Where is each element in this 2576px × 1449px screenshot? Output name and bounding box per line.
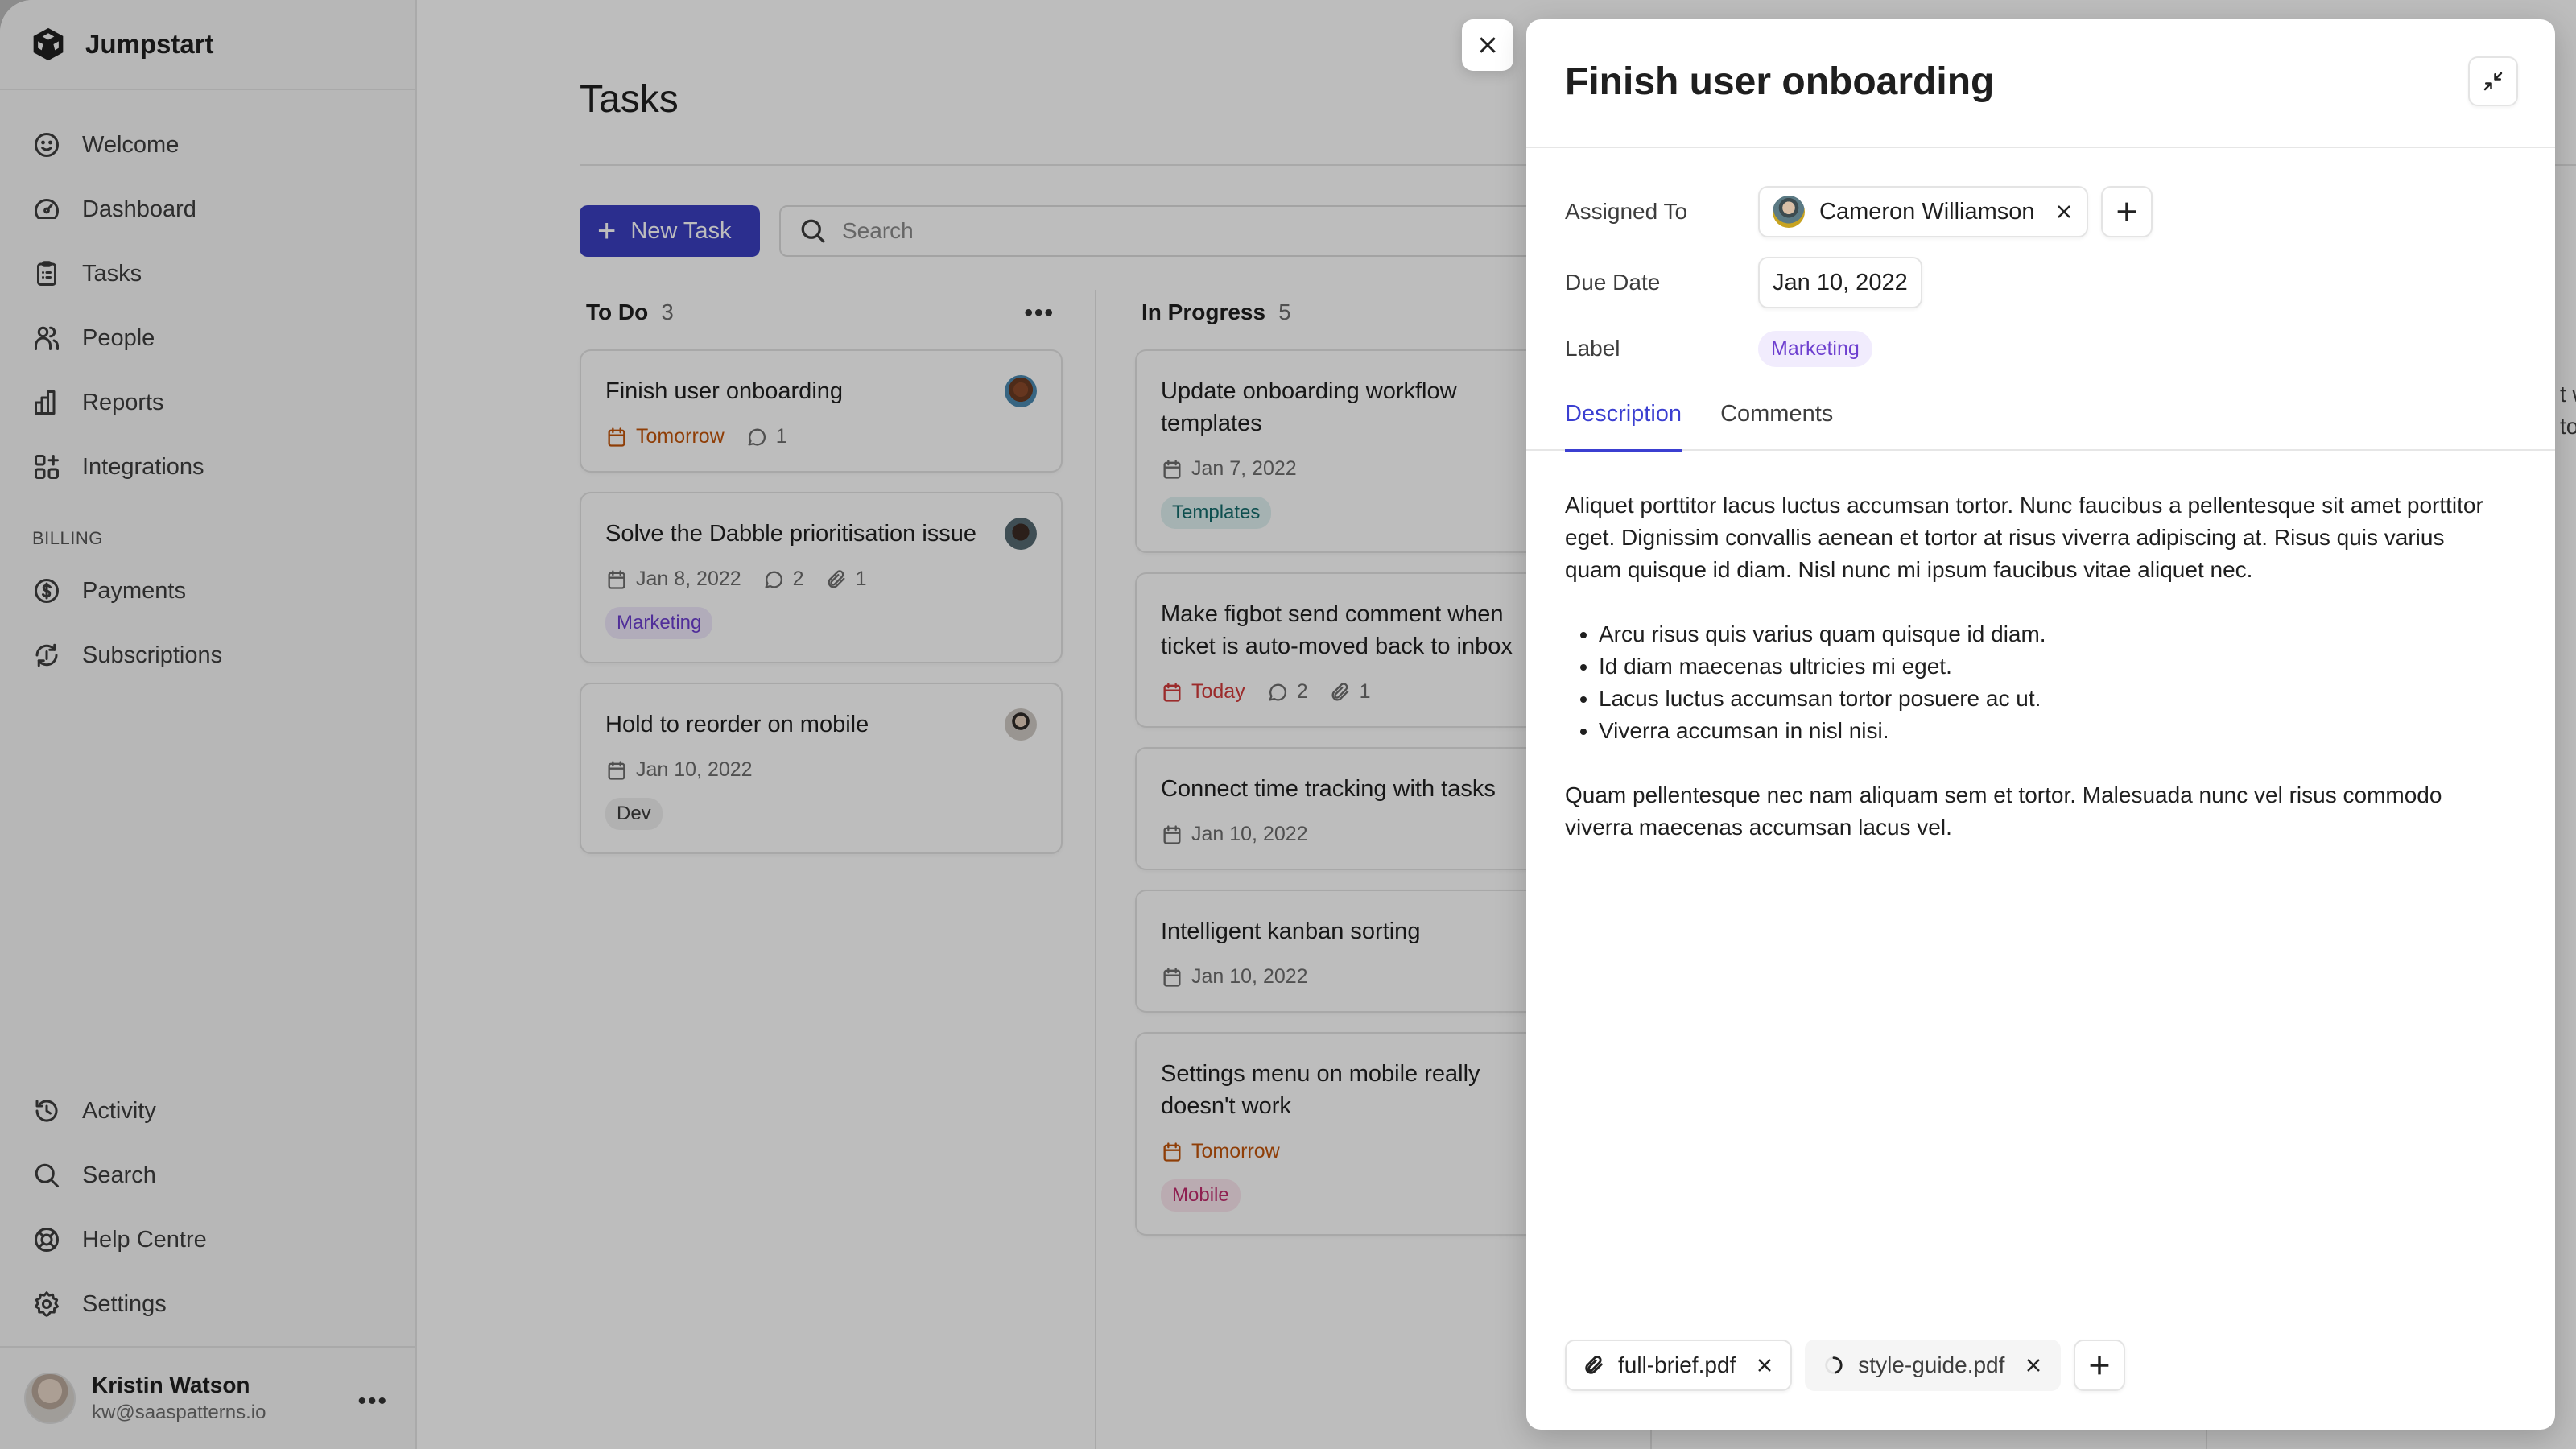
assignee-name: Cameron Williamson	[1819, 198, 2035, 225]
label-badge[interactable]: Marketing	[1758, 330, 1872, 367]
field-label: Due Date	[1565, 270, 1661, 295]
remove-attachment-icon[interactable]	[2024, 1356, 2043, 1375]
avatar	[1773, 196, 1805, 228]
due-date-row: Due Date Jan 10, 2022	[1565, 256, 2516, 309]
panel-title: Finish user onboarding	[1565, 60, 1995, 103]
collapse-button[interactable]	[2468, 56, 2518, 106]
spinner-icon	[1825, 1356, 1843, 1374]
task-description: Aliquet porttitor lacus luctus accumsan …	[1526, 451, 2524, 844]
description-paragraph: Quam pellentesque nec nam aliquam sem et…	[1565, 782, 2442, 840]
due-date-picker[interactable]: Jan 10, 2022	[1758, 257, 1922, 308]
remove-attachment-icon[interactable]	[1755, 1356, 1774, 1375]
attachment-chip[interactable]: full-brief.pdf	[1565, 1340, 1793, 1391]
add-assignee-button[interactable]	[2100, 186, 2153, 237]
add-attachment-button[interactable]	[2074, 1340, 2126, 1391]
close-panel-button[interactable]	[1462, 19, 1513, 71]
tab-comments[interactable]: Comments	[1720, 393, 1833, 451]
panel-tabs: Description Comments	[1526, 393, 2555, 452]
description-list: Arcu risus quis varius quam quisque id d…	[1599, 618, 2486, 747]
panel-header: Finish user onboarding	[1526, 19, 2555, 148]
description-bullet: Viverra accumsan in nisl nisi.	[1599, 715, 2486, 747]
assigned-to-row: Assigned To Cameron Williamson	[1565, 185, 2516, 238]
close-icon	[1480, 37, 1496, 53]
remove-assignee-icon[interactable]	[2054, 202, 2074, 221]
description-bullet: Lacus luctus accumsan tortor posuere ac …	[1599, 683, 2486, 715]
paperclip-icon	[1585, 1356, 1603, 1374]
label-row: Label Marketing	[1565, 327, 2516, 370]
description-bullet: Arcu risus quis varius quam quisque id d…	[1599, 618, 2486, 650]
task-fields: Assigned To Cameron Williamson Due Date …	[1526, 148, 2555, 370]
description-bullet: Id diam maecenas ultricies mi eget.	[1599, 650, 2486, 683]
field-label: Assigned To	[1565, 199, 1688, 224]
attachment-name: style-guide.pdf	[1858, 1352, 2005, 1377]
collapse-arrows-icon	[2483, 72, 2503, 91]
description-paragraph: Aliquet porttitor lacus luctus accumsan …	[1565, 493, 2483, 582]
tab-description[interactable]: Description	[1565, 393, 1682, 452]
plus-icon	[2091, 1356, 2109, 1375]
assignee-chip[interactable]: Cameron Williamson	[1758, 186, 2088, 237]
attachment-name: full-brief.pdf	[1618, 1352, 1736, 1377]
plus-icon	[2117, 202, 2136, 221]
task-detail-panel: Finish user onboarding Assigned To Camer…	[1526, 19, 2555, 1430]
attachment-chip-uploading[interactable]: style-guide.pdf	[1805, 1340, 2062, 1391]
field-label: Label	[1565, 336, 1620, 361]
attachments: full-brief.pdf style-guide.pdf	[1565, 1340, 2126, 1391]
